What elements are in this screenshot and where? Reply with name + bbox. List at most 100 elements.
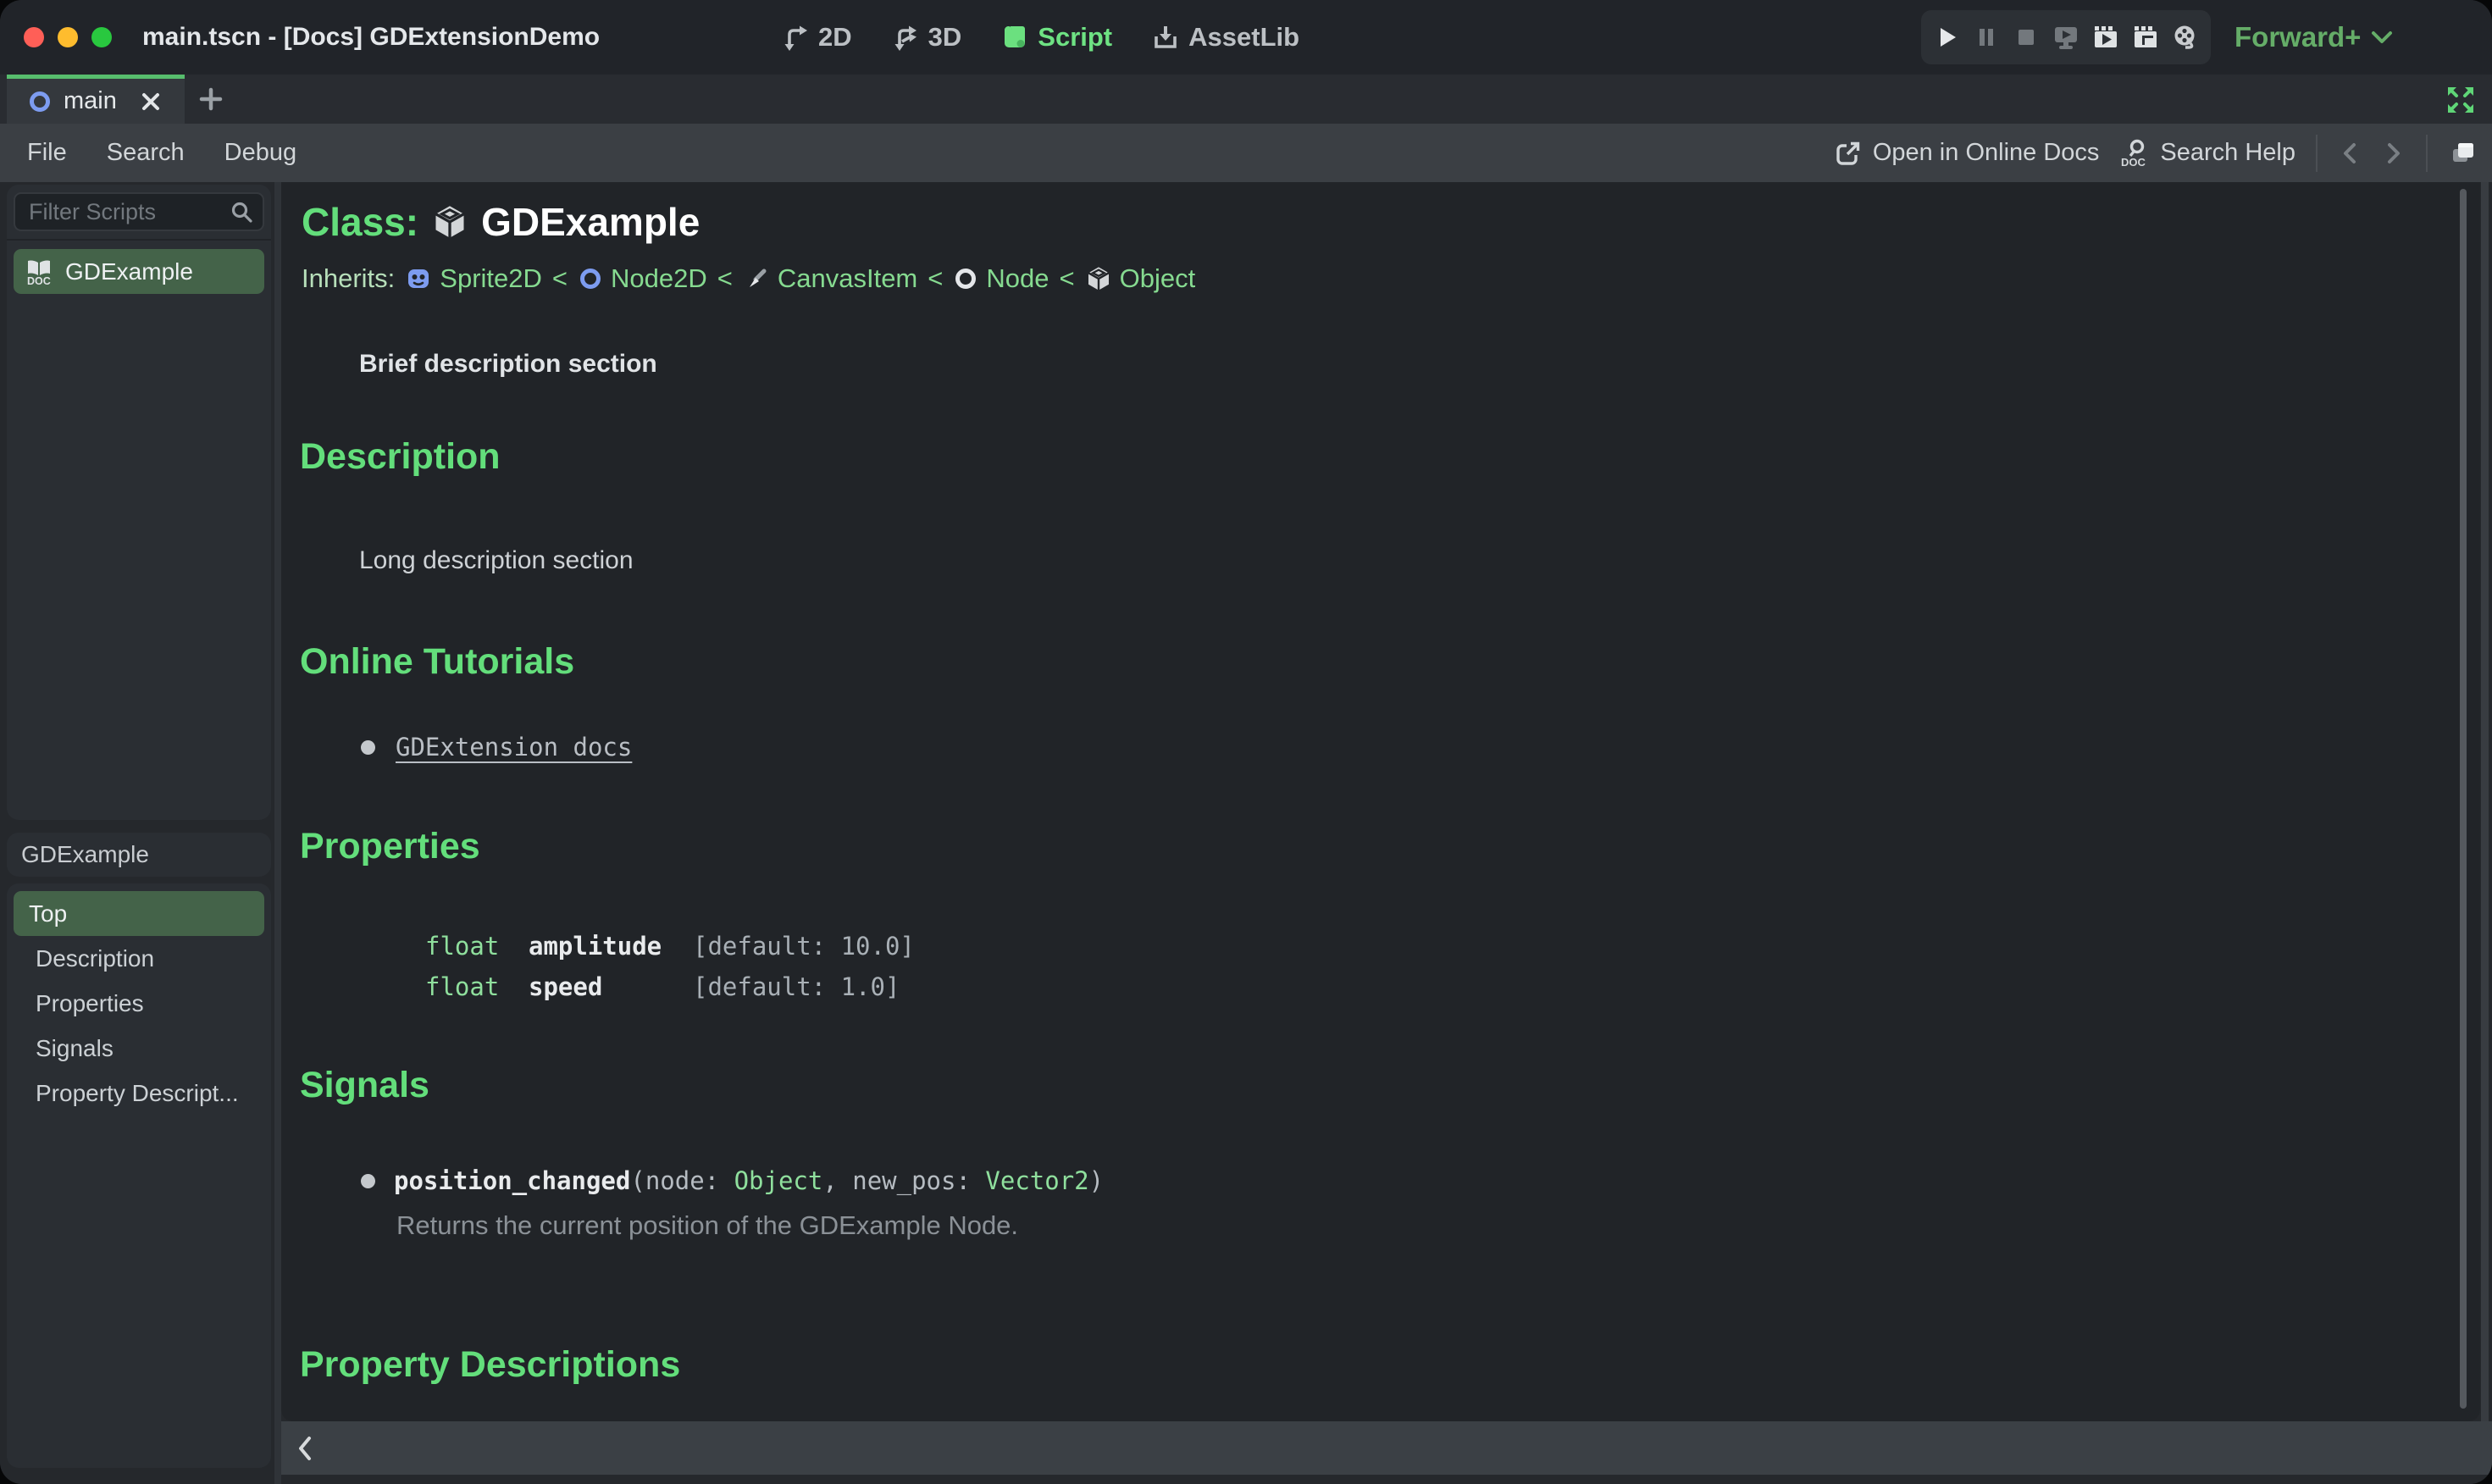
separator — [2426, 134, 2428, 172]
history-back-button[interactable] — [2338, 141, 2362, 166]
stop-button[interactable] — [2012, 23, 2041, 52]
object-icon — [1088, 267, 1110, 291]
script-list-item-gdexample[interactable]: DOC GDExample — [14, 249, 264, 294]
titlebar: main.tscn - [Docs] GDExtensionDemo 2D 3D… — [0, 0, 2492, 75]
properties-heading: Properties — [300, 826, 480, 867]
divider — [7, 239, 271, 241]
online-tutorials-heading: Online Tutorials — [300, 641, 575, 682]
scene-tabstrip: main — [0, 75, 2492, 124]
inherits-link-node2d[interactable]: Node2D — [578, 263, 707, 294]
svg-text:DOC: DOC — [27, 275, 51, 287]
movie-maker-icon — [2174, 25, 2195, 49]
property-default: [default: 1.0] — [693, 972, 900, 1001]
play-icon — [1941, 28, 1956, 47]
menu-search[interactable]: Search — [107, 139, 185, 167]
minimize-window-button[interactable] — [58, 27, 78, 47]
assetlib-icon — [1151, 23, 1180, 52]
pause-icon — [1980, 29, 1993, 46]
member-item-property-descriptions[interactable]: Property Descript... — [14, 1071, 264, 1116]
renderer-label: Forward+ — [2234, 21, 2362, 53]
property-type-link[interactable]: float — [425, 932, 529, 961]
add-scene-tab-button[interactable] — [197, 86, 224, 113]
sprite2d-icon — [408, 269, 429, 288]
workspace-2d-button[interactable]: 2D — [781, 22, 852, 53]
workspace-script-button[interactable]: Script — [1000, 22, 1112, 53]
property-name-link[interactable]: amplitude — [529, 932, 693, 961]
chevron-right-icon — [2388, 142, 2400, 163]
filter-scripts-input[interactable] — [14, 192, 264, 231]
member-item-signals[interactable]: Signals — [14, 1026, 264, 1071]
history-forward-button[interactable] — [2382, 141, 2406, 166]
play-current-scene-button[interactable] — [2091, 23, 2120, 52]
description-heading: Description — [300, 436, 501, 477]
workspace-assetlib-button[interactable]: AssetLib — [1151, 22, 1299, 53]
class-title-line: Class: GDExample — [302, 199, 700, 245]
class-name: GDExample — [481, 200, 701, 244]
pause-button[interactable] — [1972, 23, 2001, 52]
signal-position-changed: position_changed(node: Object, new_pos: … — [361, 1166, 1104, 1195]
inherits-link-sprite2d[interactable]: Sprite2D — [405, 263, 542, 294]
open-online-docs-button[interactable]: Open in Online Docs — [1834, 139, 2099, 168]
member-item-description[interactable]: Description — [14, 936, 264, 981]
script-item-label: GDExample — [65, 257, 193, 285]
property-type-link[interactable]: float — [425, 972, 529, 1001]
long-description: Long description section — [359, 546, 634, 574]
workspace-3d-button[interactable]: 3D — [891, 22, 961, 53]
panels-icon — [2453, 142, 2473, 162]
play-current-scene-icon — [2095, 26, 2117, 47]
members-panel-header: GDExample — [7, 833, 271, 877]
play-scene-button[interactable] — [2052, 23, 2080, 52]
class-reference-panel: Class: GDExample Inherits: Sprite2D < No… — [281, 182, 2480, 1421]
gdextension-docs-link[interactable]: GDExtension docs — [396, 733, 632, 761]
inherits-line: Inherits: Sprite2D < Node2D < CanvasItem — [302, 263, 1196, 294]
play-custom-scene-icon — [2135, 26, 2157, 47]
member-item-top[interactable]: Top — [14, 891, 264, 936]
search-help-button[interactable]: DOC Search Help — [2119, 138, 2295, 169]
object-type-link[interactable]: Object — [734, 1166, 823, 1195]
toggle-scripts-panel-button[interactable] — [2448, 138, 2478, 169]
signal-signature: position_changed(node: Object, new_pos: … — [394, 1166, 1105, 1195]
sidebar-splitter[interactable] — [274, 182, 281, 1484]
movie-maker-button[interactable] — [2171, 23, 2200, 52]
object-icon — [431, 203, 468, 241]
inherits-link-node[interactable]: Node — [953, 263, 1049, 294]
separator — [2316, 134, 2318, 172]
search-help-icon: DOC — [2119, 138, 2150, 169]
chevron-left-icon — [2344, 142, 2356, 163]
external-link-icon — [1834, 139, 1863, 168]
menu-items: File Search Debug — [0, 139, 336, 167]
distraction-free-button[interactable] — [2445, 84, 2477, 116]
canvasitem-icon — [749, 269, 767, 287]
filter-scripts-row — [14, 192, 264, 231]
members-panel: Top Description Properties Signals Prope… — [7, 883, 271, 1468]
brief-description: Brief description section — [359, 350, 657, 378]
play-custom-scene-button[interactable] — [2131, 23, 2160, 52]
property-default: [default: 10.0] — [693, 932, 915, 961]
close-window-button[interactable] — [24, 27, 44, 47]
collapse-sidebar-button[interactable] — [291, 1433, 320, 1464]
tab-label: main — [64, 87, 117, 114]
inherits-link-object[interactable]: Object — [1085, 263, 1195, 294]
member-item-properties[interactable]: Properties — [14, 981, 264, 1026]
sidebar: DOC GDExample GDExample Top Description … — [7, 185, 271, 1484]
script-icon — [1000, 23, 1029, 52]
menu-debug[interactable]: Debug — [224, 139, 296, 167]
zoom-window-button[interactable] — [91, 27, 112, 47]
doc-scrollbar[interactable] — [2460, 189, 2467, 1409]
property-name-link[interactable]: speed — [529, 972, 693, 1001]
scene-tab-main[interactable]: main — [7, 75, 185, 124]
script-editor-menubar: File Search Debug Open in Online Docs DO… — [0, 124, 2492, 182]
play-button[interactable] — [1932, 23, 1961, 52]
menubar-right: Open in Online Docs DOC Search Help — [1834, 134, 2492, 172]
svg-text:DOC: DOC — [2121, 156, 2146, 169]
properties-table: float amplitude [default: 10.0] float sp… — [425, 926, 915, 1007]
expand-icon — [2448, 87, 2473, 113]
bullet-icon — [361, 1173, 375, 1188]
renderer-selector[interactable]: Forward+ — [2234, 0, 2393, 75]
close-tab-icon[interactable] — [140, 91, 162, 113]
node2d-icon — [580, 269, 601, 289]
inherits-link-canvasitem[interactable]: CanvasItem — [743, 263, 917, 294]
menu-file[interactable]: File — [27, 139, 67, 167]
3d-icon — [891, 23, 920, 52]
vector2-type-link[interactable]: Vector2 — [985, 1166, 1088, 1195]
